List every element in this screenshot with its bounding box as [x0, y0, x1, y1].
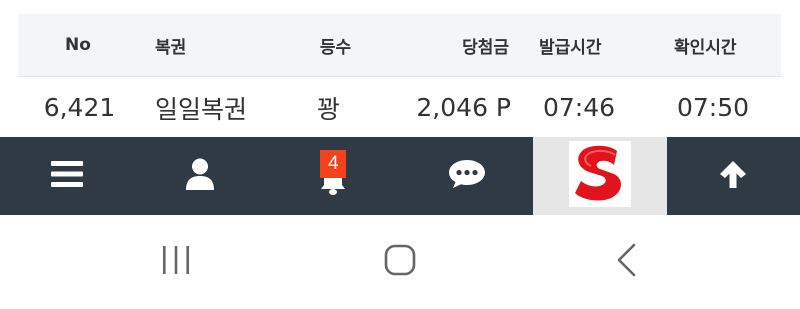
col-lottery: 복권 — [155, 37, 187, 58]
menu-icon — [50, 161, 83, 191]
recent-apps-icon — [160, 245, 192, 279]
col-rank: 등수 — [319, 37, 352, 58]
col-no: No — [65, 35, 91, 55]
user-icon — [185, 158, 214, 194]
home-logo-button[interactable] — [533, 137, 667, 215]
cell-rank: 꽝 — [316, 94, 340, 124]
profile-button[interactable] — [133, 137, 266, 215]
col-prize: 당첨금 — [462, 37, 509, 58]
home-icon — [384, 244, 416, 280]
col-issued-time: 발급시간 — [539, 37, 602, 58]
recent-apps-button[interactable] — [158, 245, 194, 279]
cell-lottery: 일일복권 — [155, 94, 248, 124]
notifications-button[interactable]: 4 — [267, 137, 400, 215]
cell-no: 6,421 — [43, 93, 116, 122]
arrow-up-icon — [718, 159, 748, 193]
chat-button[interactable] — [400, 137, 533, 215]
chat-icon — [448, 159, 486, 193]
result-table: No 복권 등수 당첨금 발급시간 확인시간 6,421 일일복권 꽝 2,04… — [18, 14, 781, 138]
scroll-top-button[interactable] — [667, 137, 800, 215]
table-row: 6,421 일일복권 꽝 2,046 P 07:46 07:50 — [18, 77, 781, 138]
table-header: No 복권 등수 당첨금 발급시간 확인시간 — [18, 14, 781, 77]
back-button[interactable] — [608, 243, 644, 281]
brand-logo — [568, 141, 631, 211]
cell-prize: 2,046 P — [416, 93, 511, 122]
col-checked-time: 확인시간 — [674, 37, 737, 58]
cell-checked-time: 07:50 — [677, 93, 750, 122]
home-button[interactable] — [382, 244, 418, 280]
system-navigation-bar — [0, 215, 800, 309]
cell-issued-time: 07:46 — [543, 93, 616, 122]
bottom-nav-bar: 4 — [0, 137, 800, 215]
notification-badge: 4 — [320, 150, 347, 178]
menu-button[interactable] — [0, 137, 133, 215]
back-icon — [614, 243, 638, 281]
